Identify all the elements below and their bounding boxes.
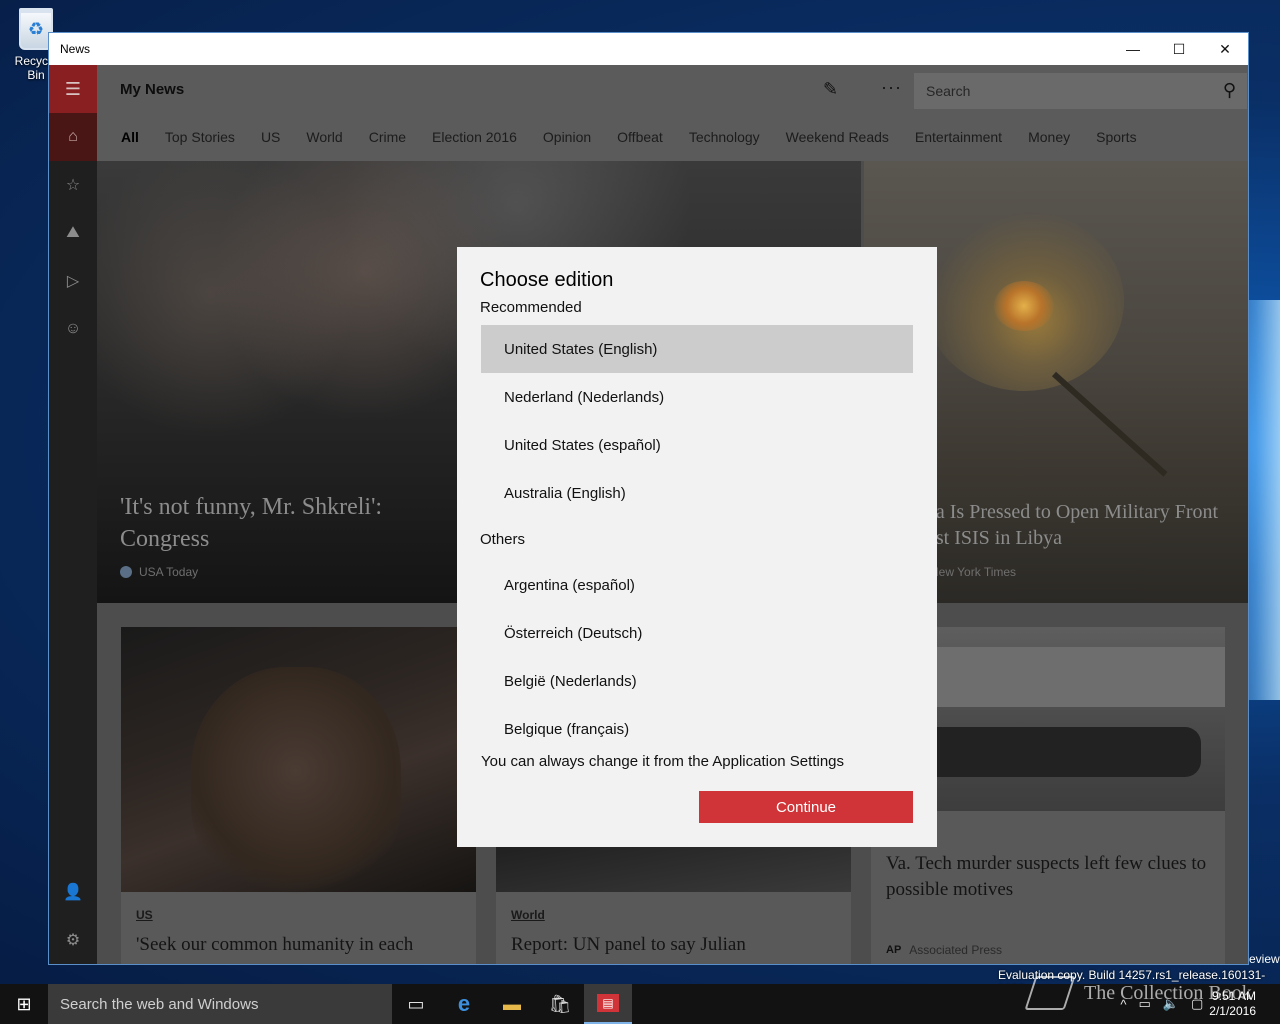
file-explorer-icon[interactable]: ▬ xyxy=(488,984,536,1024)
local-icon[interactable]: ⛰ xyxy=(49,209,97,257)
continue-button[interactable]: Continue xyxy=(699,791,913,823)
news-app-taskbar-icon[interactable]: ▤ xyxy=(584,984,632,1024)
window-title: News xyxy=(60,42,91,56)
title-bar[interactable]: News — ☐ ✕ xyxy=(49,33,1248,65)
choose-edition-dialog: Choose edition Recommended United States… xyxy=(457,247,937,847)
task-view-icon[interactable]: ▭ xyxy=(392,984,440,1024)
edition-option[interactable]: Argentina (español) xyxy=(481,561,913,609)
minimize-button[interactable]: — xyxy=(1110,33,1156,65)
settings-note: You can always change it from the Applic… xyxy=(481,753,845,770)
dialog-title: Choose edition xyxy=(480,269,614,291)
interests-icon[interactable]: ☆ xyxy=(49,161,97,209)
book-watermark: The Collection Book xyxy=(1024,976,1252,1010)
preview-watermark: eview xyxy=(1249,952,1280,966)
edition-option[interactable]: Australia (English) xyxy=(481,469,913,517)
edition-option[interactable]: België (Nederlands) xyxy=(481,657,913,705)
recommended-heading: Recommended xyxy=(480,299,582,316)
home-icon[interactable]: ⌂ xyxy=(49,113,97,161)
close-button[interactable]: ✕ xyxy=(1202,33,1248,65)
feedback-smiley-icon[interactable]: ☺ xyxy=(49,305,97,353)
edition-option[interactable]: United States (español) xyxy=(481,421,913,469)
account-icon[interactable]: 👤 xyxy=(49,868,97,916)
maximize-button[interactable]: ☐ xyxy=(1156,33,1202,65)
taskbar-search[interactable]: Search the web and Windows xyxy=(48,984,392,1024)
hamburger-menu-icon[interactable]: ☰ xyxy=(49,65,97,113)
start-button[interactable]: ⊞ xyxy=(0,984,48,1024)
book-icon xyxy=(1024,976,1076,1010)
edition-option[interactable]: Österreich (Deutsch) xyxy=(481,609,913,657)
settings-gear-icon[interactable]: ⚙ xyxy=(49,916,97,964)
video-icon[interactable]: ▷ xyxy=(49,257,97,305)
edition-option[interactable]: Belgique (français) xyxy=(481,705,913,753)
others-heading: Others xyxy=(480,531,526,548)
store-icon[interactable]: 🛍 xyxy=(536,984,584,1024)
edition-option[interactable]: United States (English) xyxy=(481,325,913,373)
edition-option[interactable]: Nederland (Nederlands) xyxy=(481,373,913,421)
main-content: My News ✎ ··· ⚲ All Top Stories US World… xyxy=(97,65,1248,964)
watermark-text: The Collection Book xyxy=(1084,981,1252,1004)
edge-browser-icon[interactable]: e xyxy=(440,984,488,1024)
news-app-window: News — ☐ ✕ ☰ ⌂ ☆ ⛰ ▷ ☺ 👤 ⚙ My News ✎ ···… xyxy=(48,32,1249,965)
sidebar: ☰ ⌂ ☆ ⛰ ▷ ☺ 👤 ⚙ xyxy=(49,65,97,964)
news-app-icon: ▤ xyxy=(597,994,619,1012)
